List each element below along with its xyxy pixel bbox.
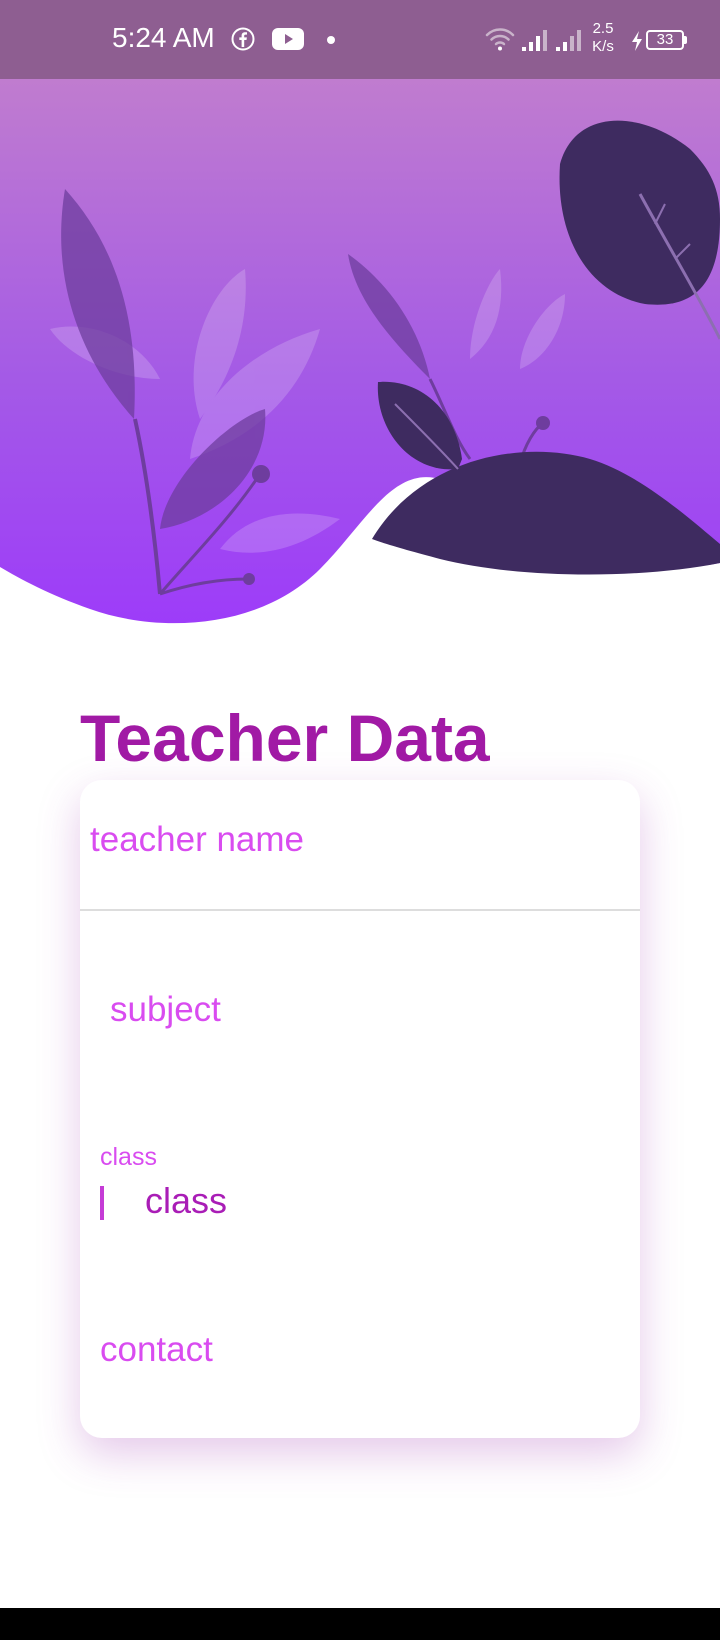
header-illustration	[0, 79, 720, 624]
teacher-name-field[interactable]: teacher name	[90, 820, 304, 860]
wifi-icon	[485, 28, 515, 51]
status-bar: 5:24 AM 2.5 K/s 33	[0, 0, 720, 79]
teacher-form-card: teacher name subject class class contact	[80, 780, 640, 1438]
charging-icon	[632, 31, 642, 51]
battery-tip	[684, 36, 687, 44]
network-speed-unit: K/s	[592, 38, 614, 55]
navigation-bar	[0, 1608, 720, 1640]
signal-icon	[556, 30, 581, 51]
class-field[interactable]: class	[145, 1180, 227, 1222]
facebook-icon	[231, 27, 255, 51]
network-speed: 2.5 K/s	[588, 20, 618, 56]
battery-icon: 33	[646, 30, 684, 50]
youtube-icon	[272, 28, 304, 50]
class-floating-label: class	[100, 1143, 157, 1171]
network-speed-value: 2.5	[592, 20, 614, 37]
status-time: 5:24 AM	[112, 22, 215, 53]
text-cursor	[100, 1186, 104, 1220]
page-title: Teacher Data	[80, 701, 490, 775]
notification-dot-icon	[327, 36, 335, 44]
subject-field[interactable]: subject	[110, 990, 221, 1030]
teacher-name-underline	[80, 909, 640, 911]
contact-field[interactable]: contact	[100, 1330, 213, 1370]
signal-icon	[522, 30, 547, 51]
